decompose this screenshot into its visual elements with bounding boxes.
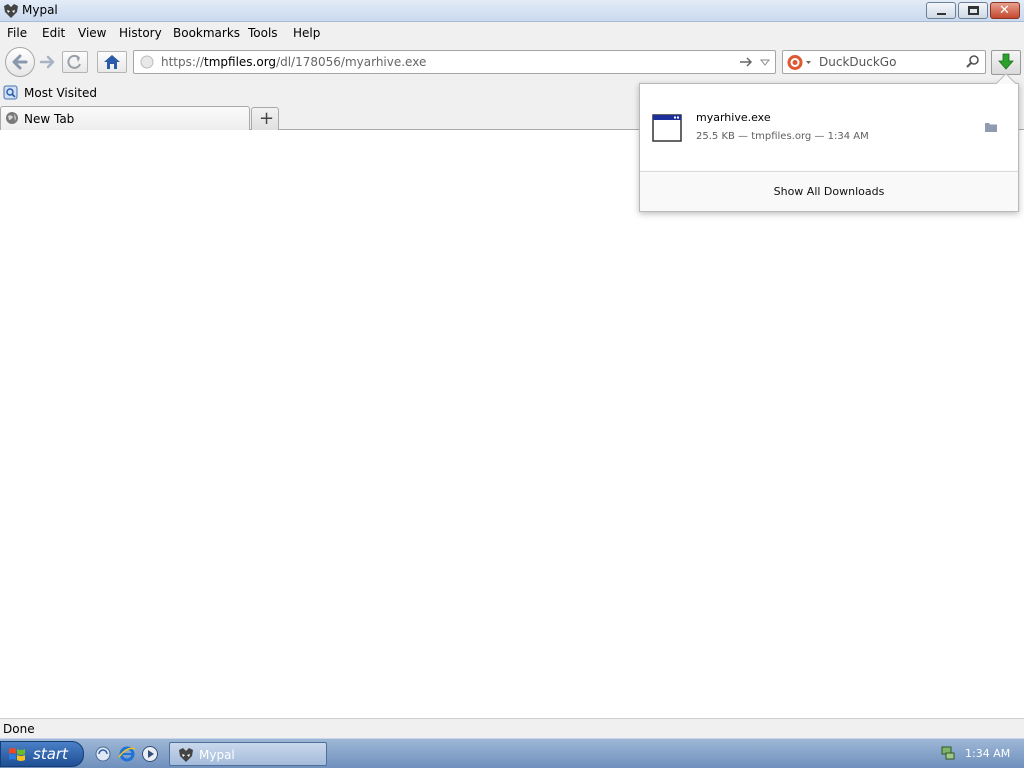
back-button[interactable] [5, 47, 35, 77]
executable-file-icon [652, 114, 682, 142]
minimize-icon [937, 13, 946, 15]
reload-button[interactable] [62, 51, 88, 73]
internet-explorer-icon[interactable] [118, 745, 136, 763]
search-placeholder: DuckDuckGo [819, 55, 897, 69]
maximize-button[interactable] [958, 2, 988, 19]
menu-bar: File Edit View History Bookmarks Tools H… [0, 22, 1024, 44]
menu-view[interactable]: View [78, 26, 106, 40]
downloads-button[interactable] [991, 50, 1021, 75]
start-button[interactable]: start [0, 741, 84, 767]
back-arrow-icon [12, 54, 28, 70]
menu-help[interactable]: Help [293, 26, 320, 40]
history-dropdown-icon[interactable] [759, 54, 771, 70]
globe-icon [6, 112, 18, 124]
home-icon [104, 55, 120, 69]
panel-divider [640, 171, 1018, 172]
show-all-downloads-button[interactable]: Show All Downloads [640, 173, 1018, 211]
status-text: Done [3, 722, 35, 736]
folder-icon[interactable] [984, 121, 998, 133]
taskbar-button-mypal[interactable]: Mypal [169, 742, 327, 766]
title-bar: Mypal ✕ [0, 0, 1024, 22]
system-clock[interactable]: 1:34 AM [965, 747, 1010, 760]
downloads-panel: myarhive.exe 25.5 KB — tmpfiles.org — 1:… [639, 73, 1019, 212]
menu-history[interactable]: History [119, 26, 162, 40]
forward-button[interactable] [35, 52, 61, 72]
most-visited-bookmark[interactable]: Most Visited [24, 86, 97, 100]
mypal-app-icon [4, 4, 18, 18]
menu-edit[interactable]: Edit [42, 26, 65, 40]
navigation-toolbar: https://tmpfiles.org/dl/178056/myarhive.… [0, 44, 1024, 82]
network-tray-icon[interactable] [940, 745, 956, 761]
download-filename: myarhive.exe [696, 111, 771, 124]
maximize-icon [968, 6, 979, 15]
most-visited-folder-icon [3, 85, 18, 100]
download-arrow-icon [998, 53, 1014, 70]
tab-new-tab[interactable]: New Tab [0, 106, 250, 130]
download-item[interactable]: myarhive.exe 25.5 KB — tmpfiles.org — 1:… [640, 84, 1018, 170]
windows-logo-icon [9, 748, 25, 761]
window-title: Mypal [22, 3, 58, 17]
home-button[interactable] [97, 51, 127, 73]
status-bar: Done [0, 718, 1024, 738]
tab-label: New Tab [24, 112, 75, 126]
url-text[interactable]: https://tmpfiles.org/dl/178056/myarhive.… [161, 55, 426, 69]
minimize-button[interactable] [926, 2, 956, 19]
taskbar: start Mypal 1:34 AM [0, 738, 1024, 768]
taskbar-button-label: Mypal [199, 748, 235, 762]
go-arrow-icon[interactable] [739, 54, 753, 70]
page-content [0, 130, 1024, 718]
download-details: 25.5 KB — tmpfiles.org — 1:34 AM [696, 131, 869, 142]
menu-bookmarks[interactable]: Bookmarks [173, 26, 240, 40]
media-player-icon[interactable] [141, 745, 159, 763]
back-forward-group [5, 47, 61, 77]
site-identity-icon[interactable] [140, 55, 154, 69]
forward-arrow-icon [39, 55, 55, 69]
close-button[interactable]: ✕ [990, 2, 1020, 19]
close-icon: ✕ [999, 3, 1010, 18]
show-desktop-quicklaunch-icon[interactable] [94, 745, 112, 763]
mypal-app-icon [179, 748, 193, 762]
menu-tools[interactable]: Tools [248, 26, 278, 40]
search-icon[interactable] [965, 54, 981, 70]
url-path: /dl/178056/myarhive.exe [276, 55, 427, 69]
url-host: tmpfiles.org [204, 55, 277, 69]
url-prefix: https:// [161, 55, 205, 69]
plus-icon: + [259, 108, 275, 129]
start-label: start [33, 745, 68, 763]
reload-icon [67, 54, 81, 69]
url-bar[interactable]: https://tmpfiles.org/dl/178056/myarhive.… [133, 50, 776, 74]
duckduckgo-engine-icon[interactable] [787, 54, 813, 71]
new-tab-button[interactable]: + [251, 107, 279, 130]
menu-file[interactable]: File [7, 26, 27, 40]
search-bar[interactable]: DuckDuckGo [782, 50, 986, 74]
